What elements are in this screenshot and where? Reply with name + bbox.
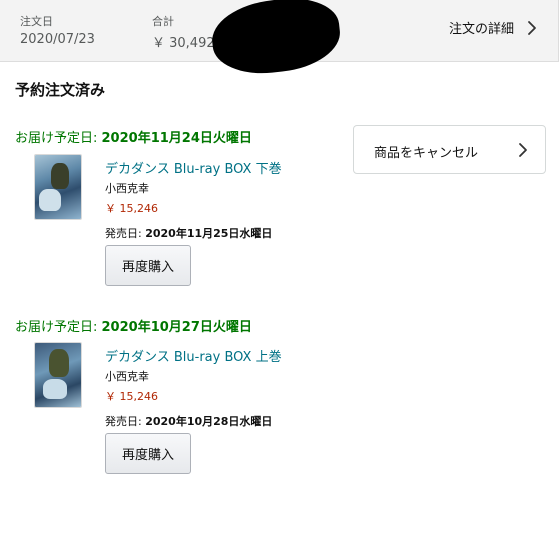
product-author: 小西克幸 xyxy=(105,182,149,195)
release-date-value: 2020年11月25日水曜日 xyxy=(145,227,273,240)
release-date: 発売日: 2020年10月28日水曜日 xyxy=(105,413,272,429)
redaction-mark xyxy=(208,0,344,79)
cancel-items-label: 商品をキャンセル xyxy=(374,146,479,161)
delivery-date: 2020年10月27日火曜日 xyxy=(101,320,252,335)
total-label: 合計 xyxy=(152,15,174,28)
product-author: 小西克幸 xyxy=(105,370,149,383)
buy-again-button[interactable]: 再度購入 xyxy=(105,245,191,286)
product-title-link[interactable]: デカダンス Blu-ray BOX 上巻 xyxy=(105,346,282,365)
delivery-date: 2020年11月24日火曜日 xyxy=(101,131,252,146)
cancel-items-button[interactable]: 商品をキャンセル xyxy=(353,125,546,174)
order-total: ￥ 30,492 xyxy=(152,36,215,51)
release-date-value: 2020年10月28日水曜日 xyxy=(145,415,273,428)
product-price: ￥ 15,246 xyxy=(105,390,158,403)
release-prefix: 発売日: xyxy=(105,415,146,428)
order-status-heading: 予約注文済み xyxy=(15,81,106,99)
product-thumbnail[interactable] xyxy=(35,155,81,219)
delivery-prefix: お届け予定日: xyxy=(15,131,102,146)
chevron-right-icon xyxy=(519,143,527,157)
order-date: 2020/07/23 xyxy=(20,32,95,47)
order-summary: 注文日 2020/07/23 合計 ￥ 30,492 注文の詳細 xyxy=(0,0,559,79)
release-date: 発売日: 2020年11月25日水曜日 xyxy=(105,225,272,241)
chevron-right-icon xyxy=(528,20,536,35)
delivery-estimate: お届け予定日: 2020年11月24日火曜日 xyxy=(15,127,252,146)
delivery-estimate: お届け予定日: 2020年10月27日火曜日 xyxy=(15,316,252,335)
delivery-prefix: お届け予定日: xyxy=(15,320,102,335)
product-price: ￥ 15,246 xyxy=(105,202,158,215)
order-details-link[interactable]: 注文の詳細 xyxy=(449,18,540,37)
product-title-link[interactable]: デカダンス Blu-ray BOX 下巻 xyxy=(105,158,282,177)
product-thumbnail[interactable] xyxy=(35,343,81,407)
order-date-label: 注文日 xyxy=(20,15,53,28)
buy-again-button[interactable]: 再度購入 xyxy=(105,433,191,474)
release-prefix: 発売日: xyxy=(105,227,146,240)
order-details-label: 注文の詳細 xyxy=(448,22,514,37)
